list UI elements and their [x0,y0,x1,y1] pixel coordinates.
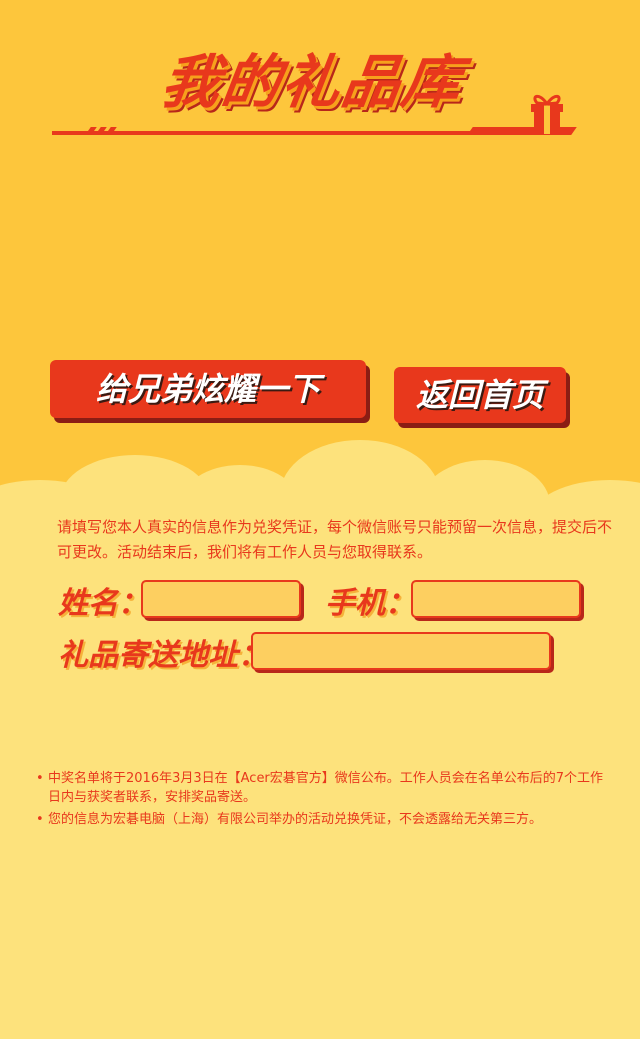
rules-list: • 中奖名单将于2016年3月3日在【Acer宏碁官方】微信公布。工作人员会在名… [36,769,616,832]
share-button[interactable]: 给兄弟炫耀一下 [50,360,366,418]
name-field[interactable] [141,580,301,618]
gift-icon [531,94,563,134]
form-notice: 请填写您本人真实的信息作为兑奖凭证，每个微信账号只能预留一次信息，提交后不可更改… [57,518,613,561]
phone-label: 手机： [325,586,415,621]
address-label: 礼品寄送地址： [58,638,268,673]
bullet-icon: • [36,812,44,827]
home-button[interactable]: 返回首页 [394,367,566,423]
rule-item: • 中奖名单将于2016年3月3日在【Acer宏碁官方】微信公布。工作人员会在名… [36,769,616,807]
page-title: 我的礼品库 [157,48,467,116]
name-label: 姓名： [58,586,148,621]
rule-item: • 您的信息为宏碁电脑（上海）有限公司举办的活动兑换凭证，不会透露给无关第三方。 [36,810,616,829]
address-field[interactable] [251,632,551,670]
rule-text: 您的信息为宏碁电脑（上海）有限公司举办的活动兑换凭证，不会透露给无关第三方。 [48,812,543,827]
title-underline [52,131,530,135]
bullet-icon: • [36,771,44,786]
gift-library-page: 我的礼品库 给兄弟炫耀一下 返回首页 请填写您本人真实的信息作为兑奖凭证，每个微… [0,0,640,1039]
phone-field[interactable] [411,580,581,618]
rule-text: 中奖名单将于2016年3月3日在【Acer宏碁官方】微信公布。工作人员会在名单公… [48,771,604,805]
